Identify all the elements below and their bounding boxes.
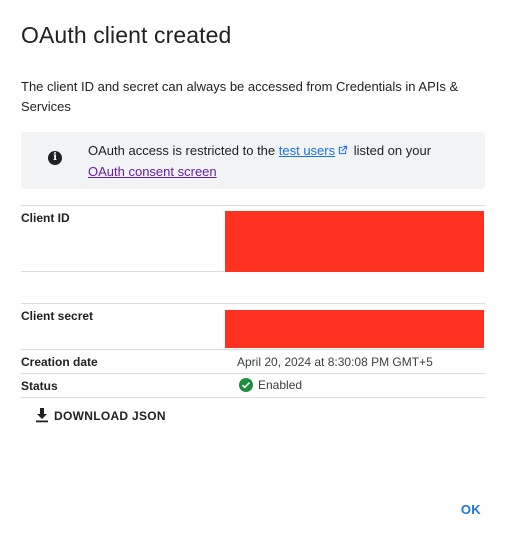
- creation-date-label: Creation date: [21, 355, 98, 369]
- client-id-label: Client ID: [21, 211, 70, 225]
- info-icon: i: [48, 151, 62, 165]
- status-label: Status: [21, 379, 58, 393]
- client-secret-label: Client secret: [21, 309, 94, 323]
- status-value: Enabled: [239, 378, 302, 392]
- creation-date-value: April 20, 2024 at 8:30:08 PM GMT+5: [237, 355, 433, 369]
- divider: [21, 397, 485, 398]
- notice-text-before: OAuth access is restricted to the: [88, 143, 279, 158]
- external-link-icon: [337, 142, 348, 162]
- ok-button[interactable]: OK: [461, 502, 481, 517]
- notice-text-after: listed on your: [350, 143, 432, 158]
- info-notice: i OAuth access is restricted to the test…: [21, 132, 485, 189]
- download-json-label: DOWNLOAD JSON: [54, 409, 166, 423]
- client-id-value-redacted: [225, 211, 484, 272]
- divider: [21, 271, 225, 272]
- divider: [21, 303, 485, 304]
- oauth-consent-screen-link[interactable]: OAuth consent screen: [88, 164, 217, 179]
- status-text: Enabled: [258, 378, 303, 392]
- notice-text: OAuth access is restricted to the test u…: [88, 141, 468, 182]
- dialog-title: OAuth client created: [21, 22, 232, 48]
- client-secret-value-redacted: [225, 310, 484, 348]
- divider: [21, 373, 485, 374]
- oauth-client-created-dialog: OAuth client created The client ID and s…: [0, 0, 507, 542]
- divider: [21, 349, 485, 350]
- test-users-link[interactable]: test users: [279, 143, 335, 158]
- download-icon: [35, 407, 49, 426]
- download-json-button[interactable]: DOWNLOAD JSON: [35, 406, 166, 426]
- check-circle-icon: [239, 378, 253, 392]
- divider: [21, 205, 485, 206]
- dialog-description: The client ID and secret can always be a…: [21, 79, 459, 114]
